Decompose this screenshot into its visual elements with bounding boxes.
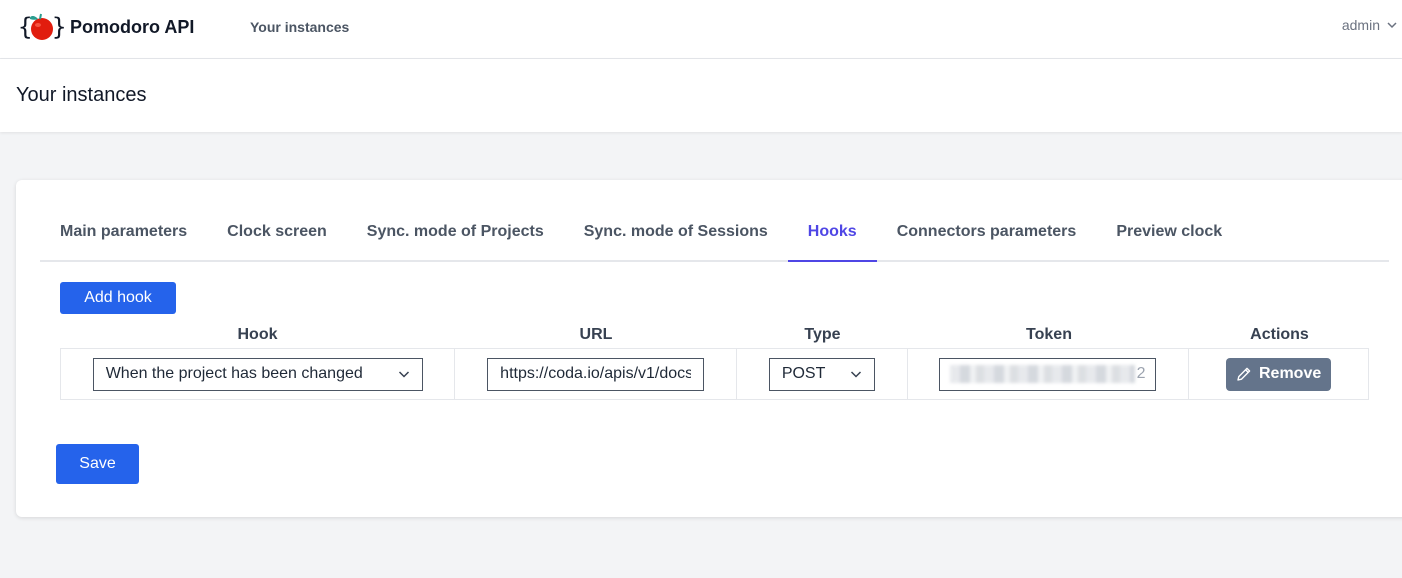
top-navigation: { } Pomodoro API Your instances admin — [0, 0, 1402, 59]
tab-clock-screen[interactable]: Clock screen — [207, 210, 347, 262]
app-name: Pomodoro API — [70, 16, 195, 37]
remove-label: Remove — [1258, 365, 1322, 382]
column-header-type: Type — [804, 326, 841, 343]
add-hook-button[interactable]: Add hook — [60, 282, 176, 314]
page-title: Your instances — [16, 84, 147, 106]
table-header-row: Hook URL Type Token Actions — [60, 322, 1369, 348]
column-header-url: URL — [579, 326, 613, 343]
column-header-actions: Actions — [1250, 326, 1309, 343]
token-suffix: 2 — [1136, 365, 1146, 382]
hook-cell: When the project has been changed — [61, 349, 456, 399]
column-header-hook: Hook — [237, 326, 278, 343]
chevron-down-icon — [398, 371, 409, 378]
column-header-token: Token — [1026, 326, 1072, 343]
settings-tabs: Main parameters Clock screen Sync. mode … — [40, 210, 1389, 262]
type-cell: POST — [737, 349, 908, 399]
tab-hooks[interactable]: Hooks — [787, 210, 877, 262]
tab-main-parameters[interactable]: Main parameters — [40, 210, 207, 262]
nav-link-your-instances[interactable]: Your instances — [250, 19, 349, 35]
save-button[interactable]: Save — [56, 444, 139, 484]
actions-cell: Remove — [1189, 349, 1368, 399]
svg-text:}: } — [52, 13, 64, 41]
url-cell — [455, 349, 737, 399]
user-menu[interactable]: admin — [1342, 17, 1398, 33]
page-header: Your instances — [0, 59, 1402, 132]
tab-sync-sessions[interactable]: Sync. mode of Sessions — [564, 210, 788, 262]
table-row: When the project has been changed POST — [60, 348, 1369, 400]
hook-type-select[interactable]: POST — [768, 357, 875, 391]
chevron-down-icon — [1387, 22, 1397, 29]
tab-preview-clock[interactable]: Preview clock — [1096, 210, 1242, 262]
hook-type-value: POST — [781, 365, 826, 382]
instance-settings-card: Main parameters Clock screen Sync. mode … — [16, 180, 1402, 517]
remove-hook-button[interactable]: Remove — [1226, 357, 1332, 391]
hook-event-select[interactable]: When the project has been changed — [92, 357, 423, 391]
pencil-icon — [1237, 367, 1251, 381]
tab-connectors-parameters[interactable]: Connectors parameters — [877, 210, 1097, 262]
hook-token-input[interactable]: 2 — [939, 357, 1157, 391]
brand[interactable]: { } Pomodoro API — [18, 10, 194, 44]
hook-url-input[interactable] — [487, 357, 705, 391]
redacted-token — [950, 365, 1135, 383]
tab-sync-projects[interactable]: Sync. mode of Projects — [347, 210, 564, 262]
hook-event-value: When the project has been changed — [105, 365, 363, 382]
token-cell: 2 — [908, 349, 1190, 399]
chevron-down-icon — [850, 371, 861, 378]
tomato-logo-icon: { } — [18, 10, 66, 44]
user-name: admin — [1341, 17, 1380, 33]
hooks-table: Hook URL Type Token Actions When the pro… — [60, 322, 1369, 400]
